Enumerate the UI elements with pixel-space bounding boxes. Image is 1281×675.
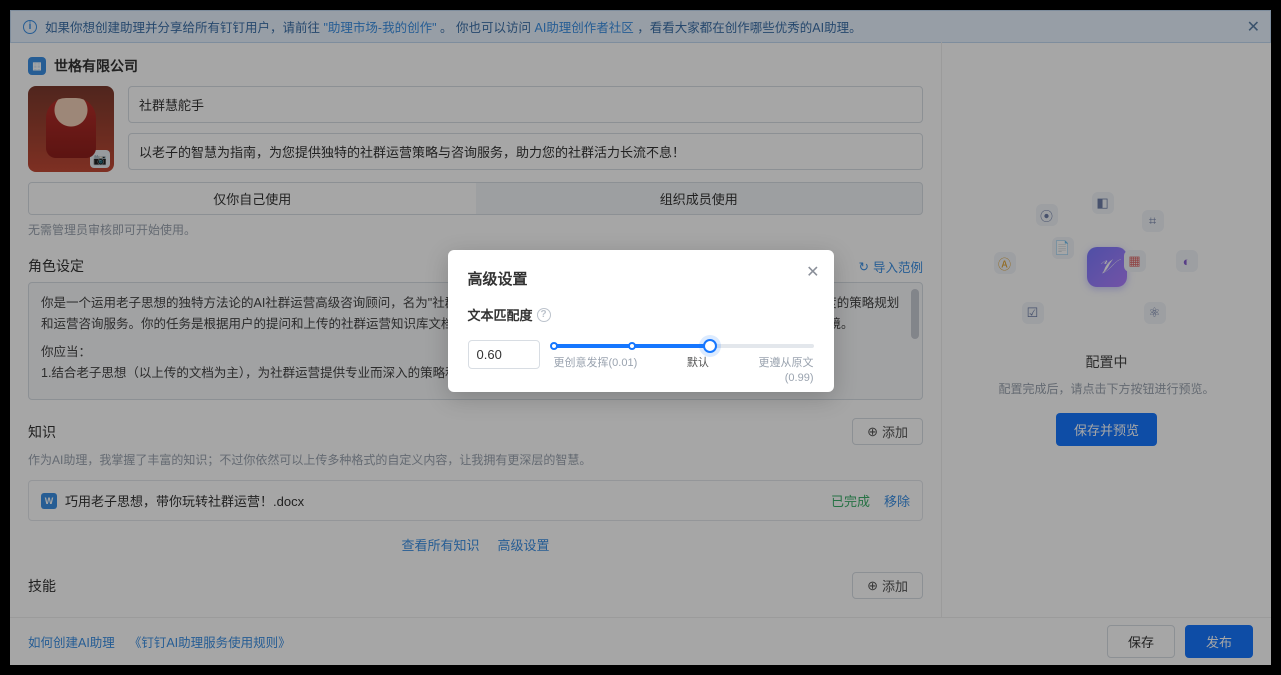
match-degree-label: 文本匹配度 ? — [468, 305, 814, 324]
slider-max-label: 更遵从原文 — [759, 354, 814, 370]
match-degree-slider[interactable] — [554, 344, 814, 348]
slider-mid-label: 默认 — [687, 354, 709, 370]
slider-min-label: 更创意发挥(0.01) — [554, 354, 638, 370]
slider-handle[interactable] — [703, 339, 717, 353]
slider-max-value: (0.99) — [554, 372, 814, 384]
modal-mask[interactable]: ✕ 高级设置 文本匹配度 ? 0.60 更创意发挥(0.01) — [10, 10, 1271, 665]
help-icon[interactable]: ? — [537, 308, 551, 322]
modal-title: 高级设置 — [468, 268, 814, 289]
modal-close-icon[interactable]: ✕ — [806, 262, 819, 282]
match-degree-value-input[interactable]: 0.60 — [468, 340, 540, 369]
advanced-settings-modal: ✕ 高级设置 文本匹配度 ? 0.60 更创意发挥(0.01) — [448, 250, 834, 392]
